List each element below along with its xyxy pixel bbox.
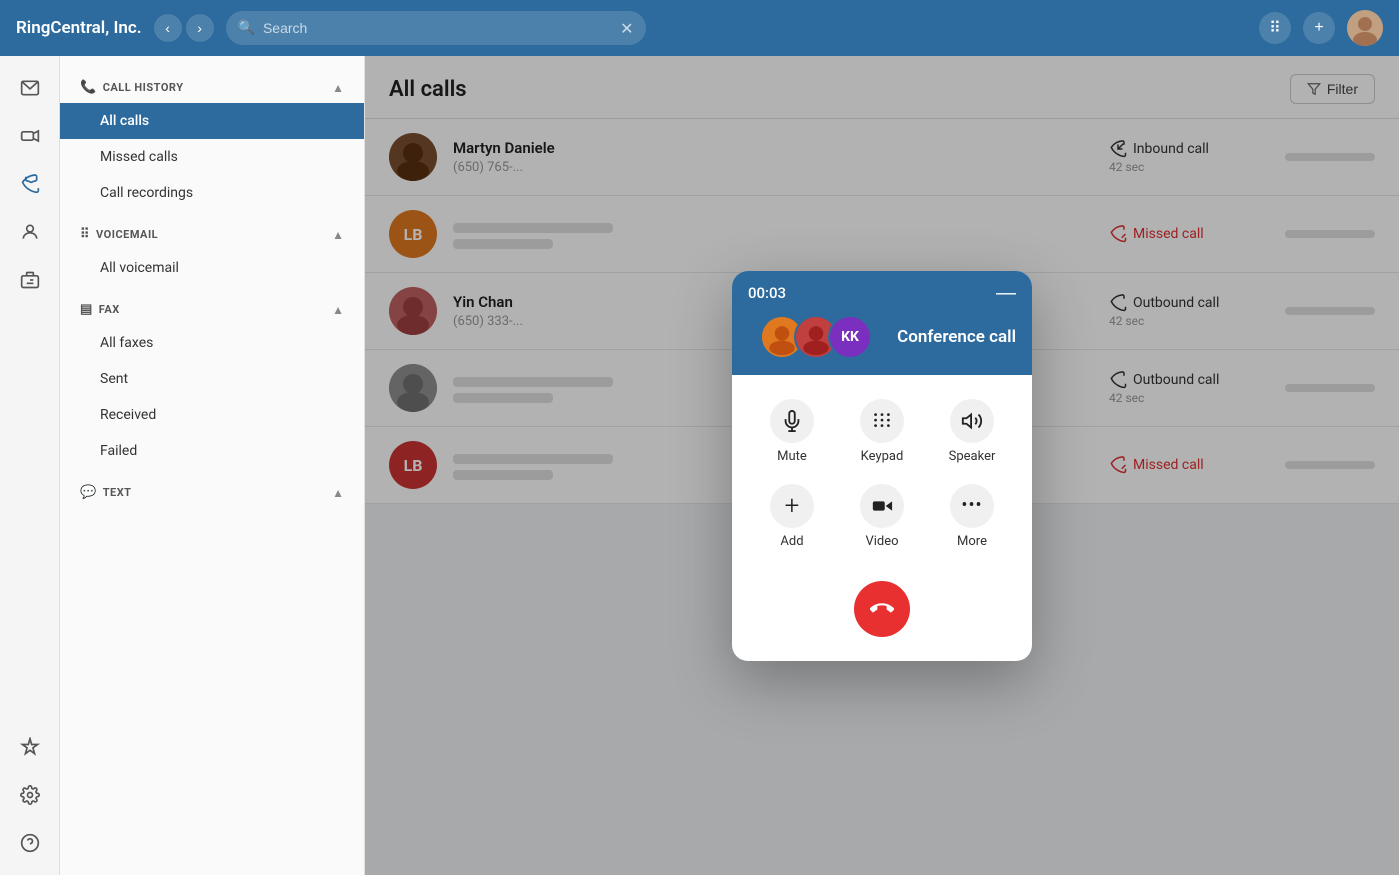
fax-chevron: ▲ [332,303,344,317]
voicemail-chevron: ▲ [332,228,344,242]
modal-close-button[interactable]: — [996,283,1016,303]
participant-avatar-3: KK [828,315,872,359]
mute-action[interactable]: Mute [752,399,832,464]
icon-bar [0,56,60,875]
end-call-button[interactable] [854,581,910,637]
search-clear-icon[interactable]: ✕ [620,19,633,38]
more-icon: ••• [950,484,994,528]
sidebar-item-missed-calls[interactable]: Missed calls [60,139,364,175]
user-avatar[interactable] [1347,10,1383,46]
phone-icon-btn[interactable] [10,164,50,204]
call-history-title: 📞 CALL HISTORY [80,80,184,95]
more-action[interactable]: ••• More [932,484,1012,549]
video-action[interactable]: Video [842,484,922,549]
voicemail-header[interactable]: ⠿ VOICEMAIL ▲ [60,219,364,250]
conference-modal: 00:03 — KK Conference call [732,271,1032,661]
modal-overlay: 00:03 — KK Conference call [365,56,1399,875]
end-call-icon [870,597,894,621]
header-right: ⠿ + [1259,10,1383,46]
search-icon: 🔍 [238,20,255,36]
add-icon: + [770,484,814,528]
keypad-action[interactable]: Keypad [842,399,922,464]
participants-area: KK [760,315,885,359]
more-label: More [957,534,987,549]
help-icon-btn[interactable] [10,823,50,863]
forward-button[interactable]: › [186,14,214,42]
sidebar-item-all-voicemail[interactable]: All voicemail [60,250,364,286]
messages-icon-btn[interactable] [10,68,50,108]
search-input[interactable] [263,20,612,36]
video-icon-btn[interactable] [10,116,50,156]
fax-header[interactable]: ▤ FAX ▲ [60,294,364,325]
sidebar-item-call-recordings[interactable]: Call recordings [60,175,364,211]
text-title: 💬 TEXT [80,485,132,500]
sidebar-item-all-faxes[interactable]: All faxes [60,325,364,361]
call-history-chevron: ▲ [332,81,344,95]
speaker-icon [950,399,994,443]
video-label: Video [865,534,898,549]
add-label: Add [780,534,803,549]
icon-bar-bottom [10,727,50,875]
add-action[interactable]: + Add [752,484,832,549]
add-button[interactable]: + [1303,12,1335,44]
modal-body: Mute Keypad [732,375,1032,661]
conference-title: Conference call [897,327,1016,347]
text-header[interactable]: 💬 TEXT ▲ [60,477,364,508]
plugins-icon-btn[interactable] [10,727,50,767]
fax-title: ▤ FAX [80,302,120,317]
mute-icon [770,399,814,443]
sidebar-section-fax: ▤ FAX ▲ All faxes Sent Received Failed [60,294,364,469]
keypad-icon [860,399,904,443]
back-button[interactable]: ‹ [154,14,182,42]
keypad-label: Keypad [861,449,904,464]
modal-header: 00:03 — [732,271,1032,315]
voicemail-title: ⠿ VOICEMAIL [80,227,158,242]
main-content: All calls Filter Martyn Daniele (650 [365,56,1399,875]
text-chevron: ▲ [332,486,344,500]
nav-arrows: ‹ › [154,14,214,42]
grid-menu-button[interactable]: ⠿ [1259,12,1291,44]
app-title: RingCentral, Inc. [16,18,142,38]
sidebar: 📞 CALL HISTORY ▲ All calls Missed calls … [60,56,365,875]
sidebar-item-all-calls[interactable]: All calls [60,103,364,139]
main-layout: 📞 CALL HISTORY ▲ All calls Missed calls … [0,56,1399,875]
call-timer: 00:03 [748,284,786,302]
sidebar-item-failed[interactable]: Failed [60,433,364,469]
call-history-header[interactable]: 📞 CALL HISTORY ▲ [60,72,364,103]
sidebar-section-text: 💬 TEXT ▲ [60,477,364,508]
sidebar-section-voicemail: ⠿ VOICEMAIL ▲ All voicemail [60,219,364,286]
end-call-area [752,573,1012,641]
search-bar: 🔍 ✕ [226,11,646,45]
fax-icon-btn[interactable] [10,260,50,300]
speaker-action[interactable]: Speaker [932,399,1012,464]
video-action-icon [860,484,904,528]
mute-label: Mute [777,449,807,464]
settings-icon-btn[interactable] [10,775,50,815]
sidebar-section-call-history: 📞 CALL HISTORY ▲ All calls Missed calls … [60,72,364,211]
actions-grid: Mute Keypad [752,399,1012,549]
contacts-icon-btn[interactable] [10,212,50,252]
speaker-label: Speaker [949,449,996,464]
top-header: RingCentral, Inc. ‹ › 🔍 ✕ ⠿ + [0,0,1399,56]
sidebar-item-sent[interactable]: Sent [60,361,364,397]
sidebar-item-received[interactable]: Received [60,397,364,433]
